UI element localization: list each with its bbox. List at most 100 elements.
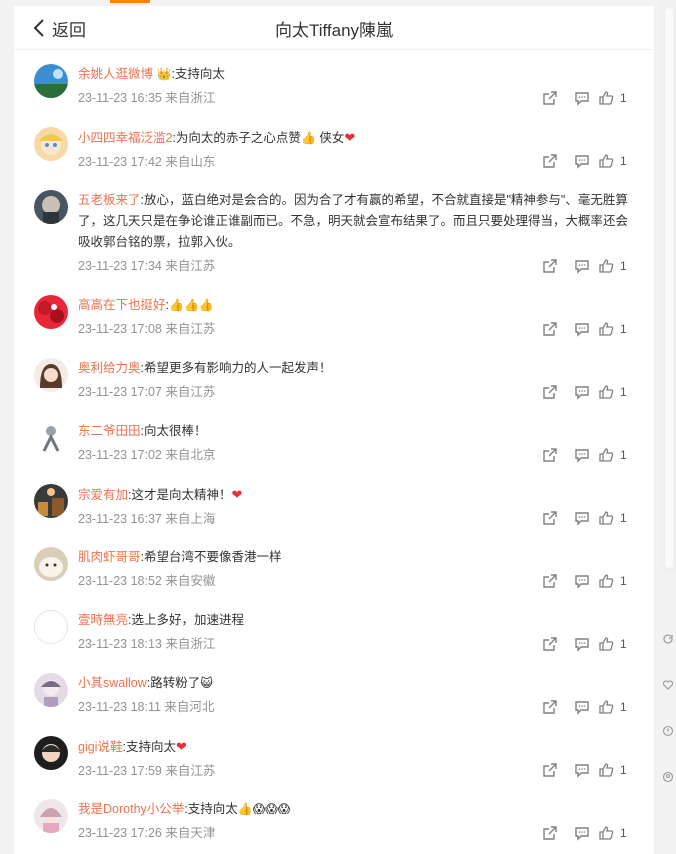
share-icon[interactable] xyxy=(534,152,566,170)
side-toolbar xyxy=(660,616,676,800)
avatar[interactable] xyxy=(34,127,68,161)
username[interactable]: 小四四幸福泛滥2 xyxy=(78,131,172,145)
avatar[interactable] xyxy=(34,295,68,329)
share-icon[interactable] xyxy=(534,383,566,401)
comment-text: 奥利给力奥:希望更多有影响力的人一起发声！ xyxy=(78,361,332,375)
username[interactable]: 壹時無亮 xyxy=(78,613,128,627)
thumbs-up-icon xyxy=(599,511,614,525)
comment-icon[interactable] xyxy=(566,446,598,464)
share-icon[interactable] xyxy=(534,89,566,107)
username[interactable]: 奥利给力奥 xyxy=(78,361,141,375)
thumbs-up-emoji: 👍 xyxy=(300,131,316,145)
like-button[interactable]: 1 xyxy=(598,761,634,779)
avatar[interactable] xyxy=(34,799,68,833)
scrollbar-thumb[interactable] xyxy=(665,8,673,568)
username[interactable]: gigi说鞋 xyxy=(78,740,122,754)
comment-icon[interactable] xyxy=(566,698,598,716)
like-button[interactable]: 1 xyxy=(598,635,634,653)
like-count: 1 xyxy=(620,511,627,525)
username[interactable]: 肌肉虾哥哥 xyxy=(78,550,141,564)
comment-icon[interactable] xyxy=(566,635,598,653)
thumbs-up-icon xyxy=(599,700,614,714)
username[interactable]: 五老板来了 xyxy=(78,193,141,207)
like-count: 1 xyxy=(620,154,627,168)
comment-icon[interactable] xyxy=(566,824,598,842)
like-button[interactable]: 1 xyxy=(598,89,634,107)
avatar[interactable] xyxy=(34,736,68,770)
like-button[interactable]: 1 xyxy=(598,383,634,401)
like-button[interactable]: 1 xyxy=(598,152,634,170)
comment-icon[interactable] xyxy=(566,89,598,107)
username[interactable]: 余姚人逛微博 xyxy=(78,67,153,81)
comment-actions: 1 xyxy=(534,257,634,275)
like-count: 1 xyxy=(620,448,627,462)
comment-actions: 1 xyxy=(534,509,634,527)
comment-icon[interactable] xyxy=(566,257,598,275)
avatar[interactable] xyxy=(34,484,68,518)
comment-actions: 1 xyxy=(534,572,634,590)
like-button[interactable]: 1 xyxy=(598,446,634,464)
comment-text: 余姚人逛微博 👑:支持向太 xyxy=(78,67,225,81)
refresh-icon[interactable] xyxy=(660,616,676,662)
thumbs-up-icon xyxy=(599,637,614,651)
share-icon[interactable] xyxy=(534,509,566,527)
user-icon[interactable] xyxy=(660,754,676,800)
avatar[interactable] xyxy=(34,547,68,581)
comment-text: 我是Dorothy小公举:支持向太👍😱😱😱 xyxy=(78,802,291,816)
share-icon[interactable] xyxy=(534,635,566,653)
comment-icon[interactable] xyxy=(566,509,598,527)
comment-actions: 1 xyxy=(534,152,634,170)
share-icon[interactable] xyxy=(534,572,566,590)
avatar[interactable] xyxy=(34,673,68,707)
comment-actions: 1 xyxy=(534,635,634,653)
username[interactable]: 我是Dorothy小公举 xyxy=(78,802,184,816)
like-count: 1 xyxy=(620,763,627,777)
thumbs-up-icon xyxy=(599,322,614,336)
like-count: 1 xyxy=(620,322,627,336)
username[interactable]: 小其swallow xyxy=(78,676,147,690)
like-button[interactable]: 1 xyxy=(598,320,634,338)
like-button[interactable]: 1 xyxy=(598,698,634,716)
like-button[interactable]: 1 xyxy=(598,824,634,842)
thumbs-up-icon xyxy=(599,448,614,462)
emoji-group: 👍😱😱😱 xyxy=(237,802,291,816)
thumbs-up-icon xyxy=(599,826,614,840)
like-button[interactable]: 1 xyxy=(598,257,634,275)
like-button[interactable]: 1 xyxy=(598,572,634,590)
comment-text: 高高在下也挺好:👍👍👍 xyxy=(78,298,214,312)
comment-actions: 1 xyxy=(534,383,634,401)
thumbs-up-icon xyxy=(599,154,614,168)
avatar[interactable] xyxy=(34,421,68,455)
avatar[interactable] xyxy=(34,358,68,392)
comment-icon[interactable] xyxy=(566,572,598,590)
share-icon[interactable] xyxy=(534,761,566,779)
comment-icon[interactable] xyxy=(566,761,598,779)
comment-icon[interactable] xyxy=(566,320,598,338)
share-icon[interactable] xyxy=(534,446,566,464)
username[interactable]: 高高在下也挺好 xyxy=(78,298,166,312)
avatar[interactable] xyxy=(34,190,68,224)
vip-badge-icon: 👑 xyxy=(156,67,172,81)
info-icon[interactable] xyxy=(660,708,676,754)
heart-outline-icon[interactable] xyxy=(660,662,676,708)
like-button[interactable]: 1 xyxy=(598,509,634,527)
comment-icon[interactable] xyxy=(566,383,598,401)
heart-icon: ❤ xyxy=(231,487,243,502)
comment-text: 肌肉虾哥哥:希望台湾不要像香港一样 xyxy=(78,550,282,564)
share-icon[interactable] xyxy=(534,824,566,842)
comment-text: 五老板来了:放心，蓝白绝对是会合的。因为合了才有赢的希望，不合就直接是"精神参与… xyxy=(78,193,629,249)
share-icon[interactable] xyxy=(534,257,566,275)
comment-text: 东二爷田田:向太很棒！ xyxy=(78,424,207,438)
avatar[interactable] xyxy=(34,64,68,98)
avatar[interactable] xyxy=(34,610,68,644)
page-title: 向太Tiffany陳嵐 xyxy=(274,21,394,40)
comment-actions: 1 xyxy=(534,824,634,842)
comment-icon[interactable] xyxy=(566,152,598,170)
comments-panel: 返回 向太Tiffany陳嵐 余姚人逛微博 👑:支持向太 23-11-23 16… xyxy=(14,6,654,854)
like-count: 1 xyxy=(620,826,627,840)
username[interactable]: 宗爱有加 xyxy=(78,488,128,502)
share-icon[interactable] xyxy=(534,698,566,716)
scrollbar[interactable] xyxy=(662,0,676,573)
username[interactable]: 东二爷田田 xyxy=(78,424,141,438)
share-icon[interactable] xyxy=(534,320,566,338)
